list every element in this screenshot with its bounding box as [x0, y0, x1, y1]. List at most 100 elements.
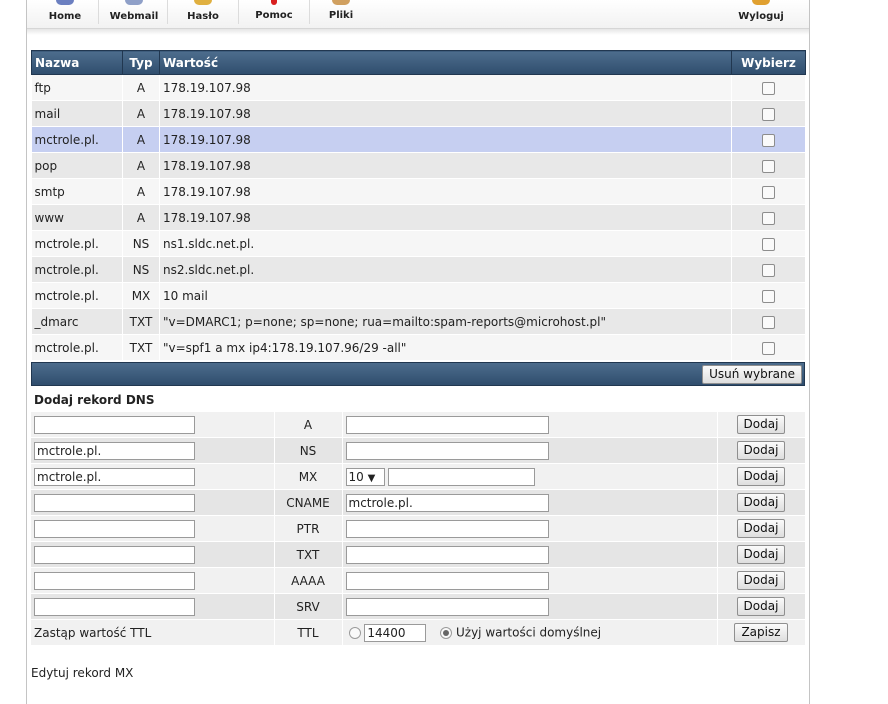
record-value: ns2.sldc.net.pl. — [159, 256, 732, 283]
add-button[interactable]: Dodaj — [736, 493, 786, 512]
name-input[interactable] — [34, 519, 195, 538]
record-type-label: TXT — [274, 541, 343, 568]
record-value: 178.19.107.98 — [159, 152, 732, 179]
value-input[interactable] — [345, 519, 549, 538]
add-row-srv: SRV Dodaj — [31, 593, 806, 620]
name-input[interactable] — [34, 597, 195, 616]
table-row-highlighted[interactable]: mctrole.pl. A 178.19.107.98 — [31, 126, 806, 153]
record-name: mctrole.pl. — [31, 230, 123, 257]
table-row[interactable]: www A 178.19.107.98 — [31, 204, 806, 231]
ttl-custom-radio[interactable] — [348, 626, 361, 639]
name-input[interactable] — [34, 493, 195, 512]
select-checkbox[interactable] — [762, 81, 775, 95]
record-type: TXT — [122, 334, 160, 361]
select-checkbox[interactable] — [762, 159, 775, 173]
name-input[interactable] — [34, 415, 195, 434]
record-name: www — [31, 204, 123, 231]
select-checkbox[interactable] — [762, 341, 775, 355]
add-button[interactable]: Dodaj — [736, 597, 786, 616]
name-input[interactable] — [34, 545, 195, 564]
value-input[interactable] — [345, 441, 549, 460]
record-type: A — [122, 178, 160, 205]
nav-webmail[interactable]: Webmail — [103, 0, 165, 28]
add-button[interactable]: Dodaj — [736, 545, 786, 564]
record-type: MX — [122, 282, 160, 309]
select-checkbox[interactable] — [762, 237, 775, 251]
column-header-type[interactable]: Typ — [122, 50, 160, 75]
mx-priority-select[interactable]: 10 ▼ — [345, 467, 385, 486]
table-row[interactable]: mctrole.pl. MX 10 mail — [31, 282, 806, 309]
add-button[interactable]: Dodaj — [736, 467, 786, 486]
record-type-label: CNAME — [274, 489, 343, 516]
select-checkbox[interactable] — [762, 185, 775, 199]
value-input[interactable] — [345, 571, 549, 590]
add-record-table: A Dodaj mctrole.pl. NS Dodaj mctrole.pl.… — [31, 412, 806, 646]
value-input[interactable]: mctrole.pl. — [345, 493, 549, 512]
mx-priority-value: 10 — [348, 469, 364, 484]
table-row[interactable]: mctrole.pl. NS ns2.sldc.net.pl. — [31, 256, 806, 283]
add-row-cname: CNAME mctrole.pl. Dodaj — [31, 489, 806, 516]
select-checkbox[interactable] — [762, 211, 775, 225]
name-input[interactable]: mctrole.pl. — [34, 467, 195, 486]
value-input[interactable] — [345, 597, 549, 616]
table-row[interactable]: mail A 178.19.107.98 — [31, 100, 806, 127]
nav-label: Wyloguj — [738, 11, 784, 22]
name-input[interactable]: mctrole.pl. — [34, 441, 195, 460]
name-input[interactable] — [34, 571, 195, 590]
record-name: _dmarc — [31, 308, 123, 335]
select-checkbox[interactable] — [762, 315, 775, 329]
nav-password[interactable]: Hasło — [173, 0, 233, 28]
column-header-select: Wybierz — [731, 50, 806, 75]
select-checkbox[interactable] — [762, 107, 775, 121]
add-row-txt: TXT Dodaj — [31, 541, 806, 568]
record-name: smtp — [31, 178, 123, 205]
value-input[interactable] — [387, 467, 535, 486]
record-value: 178.19.107.98 — [159, 74, 732, 101]
table-row[interactable]: pop A 178.19.107.98 — [31, 152, 806, 179]
table-row[interactable]: ftp A 178.19.107.98 — [31, 74, 806, 101]
record-type-label: PTR — [274, 515, 343, 542]
page: Home Webmail Hasło Pomoc Pliki Wyloguj N… — [26, 0, 810, 704]
password-icon — [194, 0, 212, 5]
ttl-label: Zastąp wartość TTL — [31, 619, 275, 646]
table-row[interactable]: smtp A 178.19.107.98 — [31, 178, 806, 205]
add-button[interactable]: Dodaj — [736, 441, 786, 460]
nav-home[interactable]: Home — [35, 0, 95, 28]
record-type-label: MX — [274, 463, 343, 490]
ttl-default-radio[interactable] — [440, 626, 453, 639]
nav-label: Home — [48, 11, 82, 22]
record-type: NS — [122, 230, 160, 257]
save-button[interactable]: Zapisz — [734, 623, 788, 642]
webmail-icon — [125, 0, 143, 5]
record-type: A — [122, 126, 160, 153]
ttl-value-input[interactable]: 14400 — [364, 623, 427, 642]
edit-mx-link[interactable]: Edytuj rekord MX — [31, 666, 133, 680]
delete-selected-button[interactable]: Usuń wybrane — [702, 365, 802, 384]
column-header-name[interactable]: Nazwa — [31, 50, 123, 75]
table-row[interactable]: mctrole.pl. TXT "v=spf1 a mx ip4:178.19.10… — [31, 334, 806, 361]
record-name: ftp — [31, 74, 123, 101]
value-input[interactable] — [345, 545, 549, 564]
ttl-default-label: Użyj wartości domyślnej — [455, 625, 602, 639]
select-checkbox[interactable] — [762, 133, 775, 147]
nav-logout[interactable]: Wyloguj — [731, 0, 791, 28]
value-input[interactable] — [345, 415, 549, 434]
add-button[interactable]: Dodaj — [736, 519, 786, 538]
record-type: TXT — [122, 308, 160, 335]
record-type: A — [122, 74, 160, 101]
column-header-value[interactable]: Wartość — [159, 50, 732, 75]
delete-bar: Usuń wybrane — [31, 362, 805, 386]
add-row-ptr: PTR Dodaj — [31, 515, 806, 542]
add-button[interactable]: Dodaj — [736, 415, 786, 434]
nav-shadow — [27, 29, 809, 35]
add-button[interactable]: Dodaj — [736, 571, 786, 590]
select-checkbox[interactable] — [762, 263, 775, 277]
table-row[interactable]: mctrole.pl. NS ns1.sldc.net.pl. — [31, 230, 806, 257]
help-icon — [271, 0, 277, 5]
select-checkbox[interactable] — [762, 289, 775, 303]
nav-help[interactable]: Pomoc — [243, 0, 305, 28]
table-row[interactable]: _dmarc TXT "v=DMARC1; p=none; sp=none; rua… — [31, 308, 806, 335]
nav-files[interactable]: Pliki — [313, 0, 369, 28]
record-value: "v=spf1 a mx ip4:178.19.107.96/29 -all" — [159, 334, 732, 361]
chevron-down-icon: ▼ — [367, 472, 376, 484]
